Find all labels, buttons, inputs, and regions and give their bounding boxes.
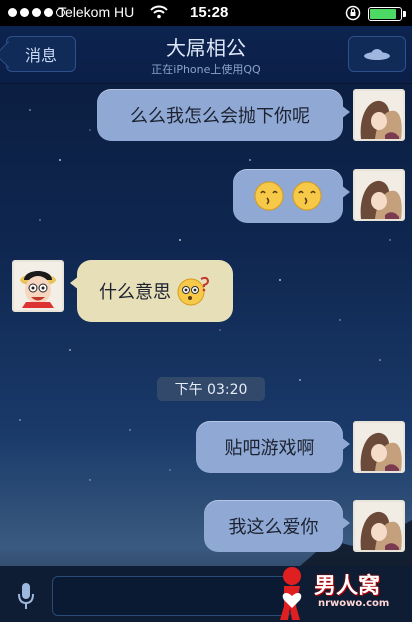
message-input[interactable] [52,576,292,616]
avatar[interactable] [12,260,64,312]
anime-couple-avatar-icon [355,423,403,471]
orientation-lock-icon [345,5,361,21]
message-bubble-outgoing[interactable]: 么么我怎么会抛下你呢 [97,89,350,141]
status-bar: Telekom HU 15:28 [0,0,412,26]
navigation-bar: 消息 大屌相公 正在iPhone上使用QQ [0,26,412,84]
timestamp: 下午 03:20 [157,377,265,401]
back-button[interactable]: 消息 [6,36,76,72]
anime-couple-avatar-icon [355,502,403,550]
signal-strength-icon [8,8,65,17]
luffy-avatar-icon [14,262,62,310]
chat-title: 大屌相公 [166,36,246,60]
confused-emoji-icon [177,276,210,306]
smile-emoji-icon [292,181,322,211]
watermark-url: nrwowo.com [318,598,390,609]
avatar[interactable] [353,421,405,473]
microphone-button[interactable] [8,578,44,614]
anime-couple-avatar-icon [355,91,403,139]
ufo-icon [364,49,390,60]
avatar[interactable] [353,169,405,221]
avatar[interactable] [353,89,405,141]
message-bubble-incoming[interactable]: 什么意思 [70,260,233,322]
ufo-button[interactable] [348,36,406,72]
chat-subtitle: 正在iPhone上使用QQ [151,63,261,76]
message-bubble-outgoing[interactable]: 贴吧游戏啊 [196,421,350,473]
smile-emoji-icon [254,181,284,211]
status-time: 15:28 [190,4,229,21]
microphone-icon [18,583,34,609]
wifi-icon [150,5,168,19]
anime-couple-avatar-icon [355,171,403,219]
avatar[interactable] [353,500,405,552]
watermark-text: 男人窝 [314,574,381,599]
message-bubble-outgoing[interactable] [233,169,350,223]
carrier-name: Telekom HU [58,4,135,20]
message-bubble-outgoing[interactable]: 我这么爱你 [204,500,350,552]
battery-icon [368,7,402,21]
